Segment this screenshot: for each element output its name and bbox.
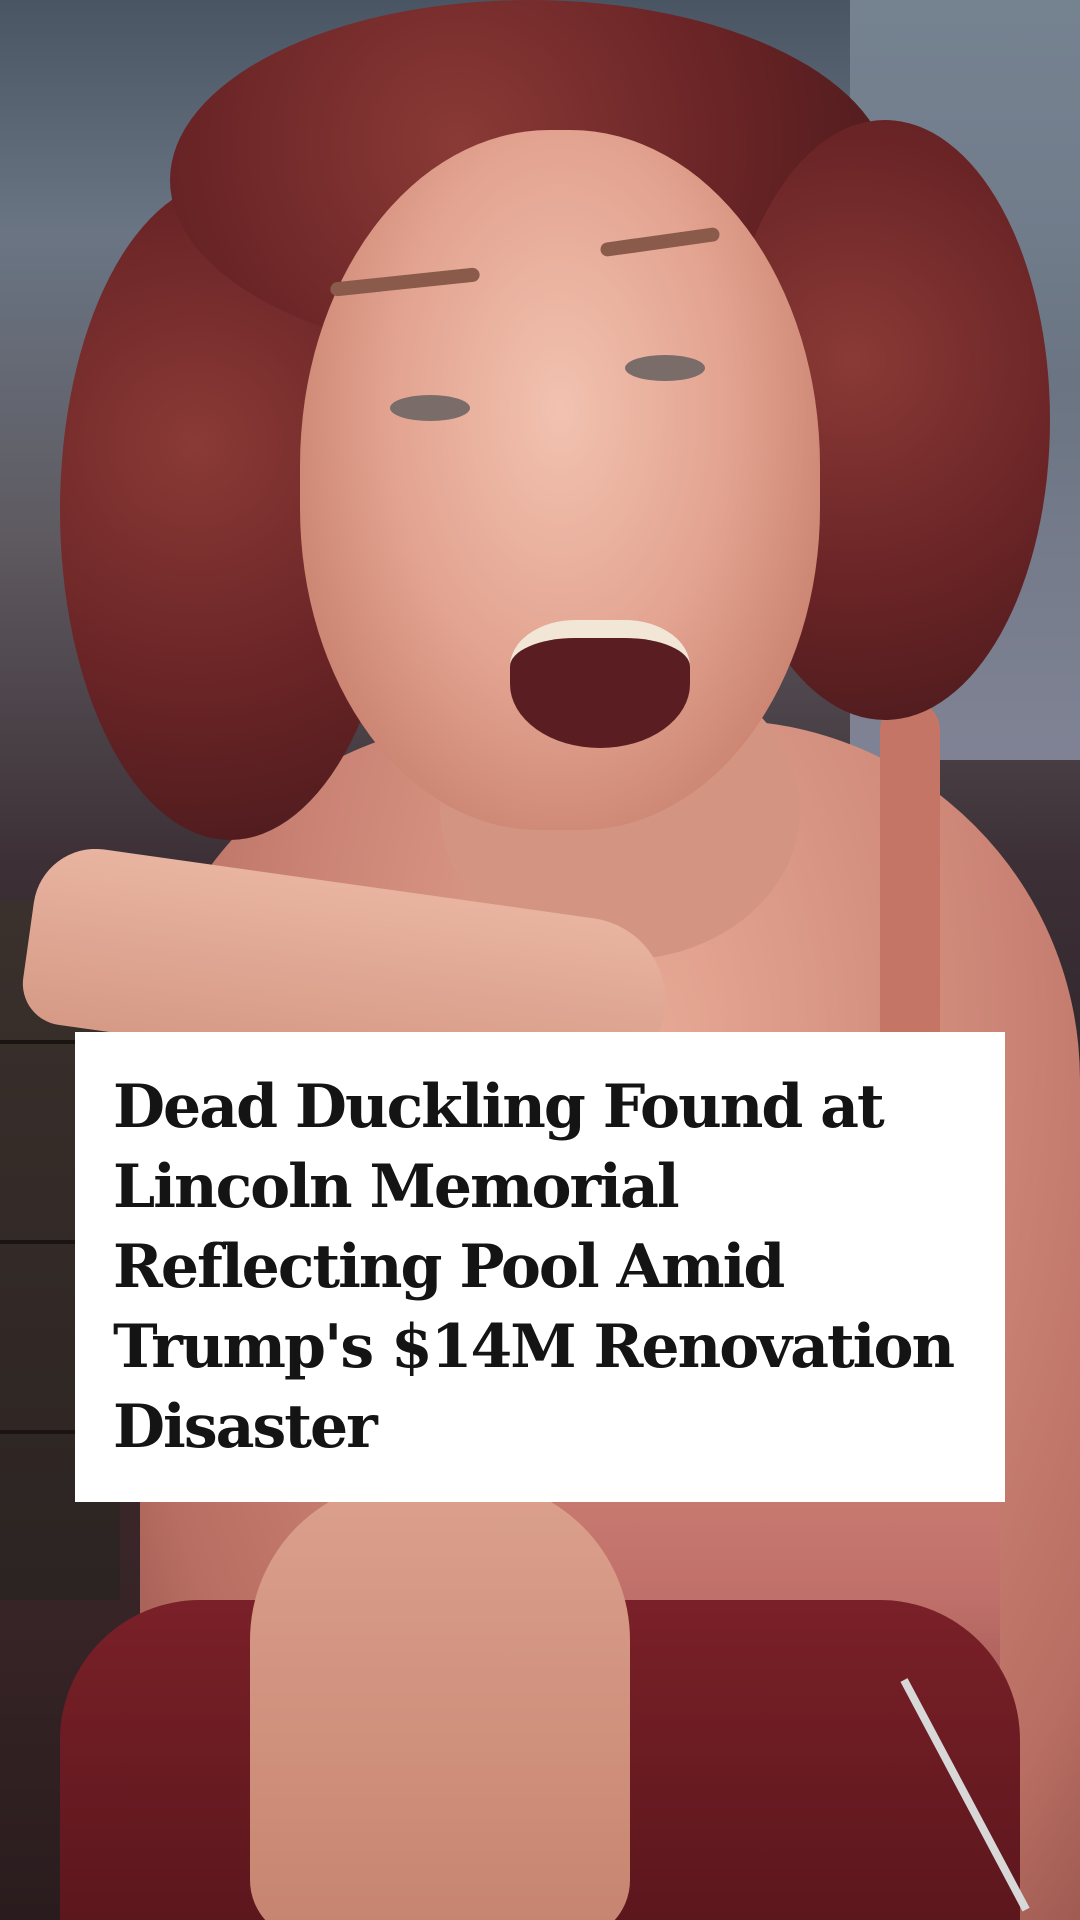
person-arm [250,1480,630,1920]
video-frame[interactable]: Dead Duckling Found at Lincoln Memorial … [0,0,1080,1920]
headline-text: Dead Duckling Found at Lincoln Memorial … [113,1072,955,1462]
left-eye [390,395,470,421]
headline-card: Dead Duckling Found at Lincoln Memorial … [75,1032,1005,1502]
right-eye [625,355,705,381]
open-mouth [510,620,690,748]
